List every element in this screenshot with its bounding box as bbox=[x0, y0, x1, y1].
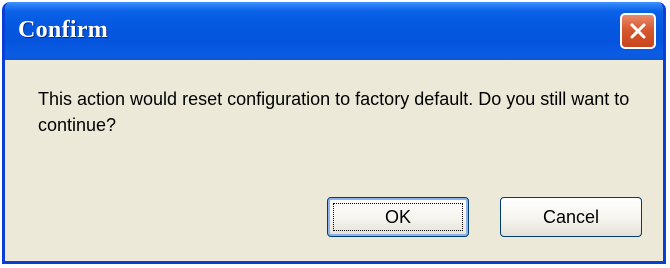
ok-button-label: OK bbox=[384, 206, 411, 227]
dialog-body: This action would reset configuration to… bbox=[5, 60, 663, 261]
dialog-title: Confirm bbox=[18, 17, 109, 43]
close-icon bbox=[628, 21, 648, 41]
cancel-button[interactable]: Cancel bbox=[500, 197, 642, 237]
dialog-message: This action would reset configuration to… bbox=[38, 89, 630, 135]
title-bar[interactable]: Confirm bbox=[5, 2, 663, 60]
close-button[interactable] bbox=[620, 13, 656, 49]
confirm-dialog: Confirm This action would reset configur… bbox=[2, 2, 666, 264]
cancel-button-label: Cancel bbox=[542, 206, 600, 227]
ok-button[interactable]: OK bbox=[327, 197, 469, 237]
